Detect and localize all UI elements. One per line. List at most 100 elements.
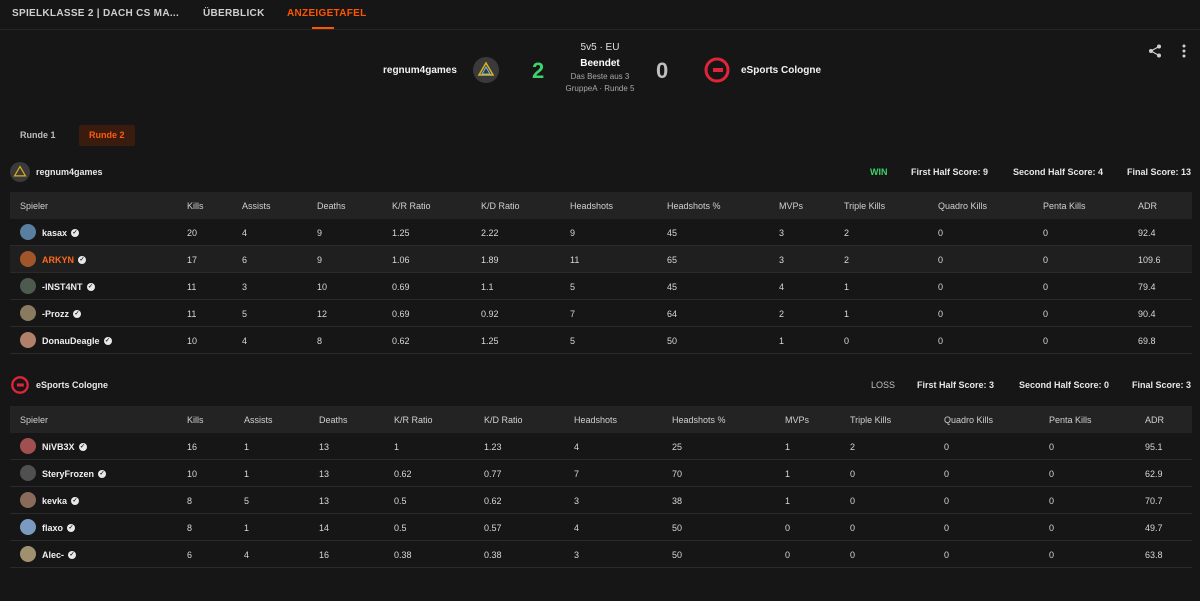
player-name[interactable]: ARKYN	[42, 255, 74, 265]
player-name[interactable]: kasax	[42, 228, 67, 238]
player-name[interactable]: DonauDeagle	[42, 336, 100, 346]
column-header[interactable]: Spieler	[20, 201, 48, 211]
table-row[interactable]: flaxo ✓ 8 1 14 0.5 0.57 4 50 0 0 0 0 49.7	[10, 514, 1192, 541]
avatar[interactable]	[20, 278, 36, 294]
column-header[interactable]: Headshots	[574, 415, 617, 425]
stat-cell: 1.1	[481, 282, 494, 292]
tab-overview[interactable]: ÜBERBLICK	[203, 8, 265, 19]
table-row[interactable]: kevka ✓ 8 5 13 0.5 0.62 3 38 1 0 0 0 70.7	[10, 487, 1192, 514]
column-header[interactable]: Deaths	[317, 201, 346, 211]
table-row[interactable]: -INST4NT ✓ 11 3 10 0.69 1.1 5 45 4 1 0 0 79.4	[10, 273, 1192, 300]
stat-cell: 17	[187, 255, 198, 265]
stat-cell: 2	[779, 309, 785, 319]
column-header[interactable]: Assists	[244, 415, 273, 425]
player-name-cell[interactable]: kevka ✓	[42, 496, 80, 506]
column-header[interactable]: Kills	[187, 201, 204, 211]
player-name-cell[interactable]: Alec- ✓	[42, 550, 77, 560]
player-name[interactable]: kevka	[42, 496, 67, 506]
column-header[interactable]: Spieler	[20, 415, 48, 425]
column-header[interactable]: Quadro Kills	[938, 201, 987, 211]
column-header[interactable]: K/R Ratio	[394, 415, 433, 425]
column-header[interactable]: Kills	[187, 415, 204, 425]
stat-cell: 10	[187, 336, 198, 346]
player-name[interactable]: Alec-	[42, 550, 64, 560]
stat-cell: 0	[1043, 255, 1049, 265]
table-row[interactable]: ARKYN ✓ 17 6 9 1.06 1.89 11 65 3 2 0 0 109.6	[10, 246, 1192, 273]
column-header[interactable]: MVPs	[785, 415, 809, 425]
column-header[interactable]: Assists	[242, 201, 271, 211]
table-row[interactable]: SteryFrozen ✓ 10 1 13 0.62 0.77 7 70 1 0 0 0 62.9	[10, 460, 1192, 487]
match-group-round: GruppeA · Runde 5	[565, 84, 635, 93]
stat-cell: 7	[574, 469, 580, 479]
player-name-cell[interactable]: -INST4NT ✓	[42, 282, 95, 292]
avatar[interactable]	[20, 251, 36, 267]
player-name-cell[interactable]: NiVB3X ✓	[42, 442, 87, 452]
column-header[interactable]: Headshots	[570, 201, 613, 211]
player-name[interactable]: SteryFrozen	[42, 469, 94, 479]
stat-cell: 0	[850, 523, 856, 533]
column-header[interactable]: Quadro Kills	[944, 415, 993, 425]
avatar[interactable]	[20, 465, 36, 481]
team1-logo[interactable]	[473, 57, 499, 83]
team2-name[interactable]: eSports Cologne	[741, 65, 821, 76]
column-header[interactable]: ADR	[1145, 415, 1164, 425]
stat-cell: 12	[317, 309, 328, 319]
column-header[interactable]: K/R Ratio	[392, 201, 431, 211]
avatar[interactable]	[20, 438, 36, 454]
column-header[interactable]: Headshots %	[672, 415, 726, 425]
column-header[interactable]: K/D Ratio	[484, 415, 523, 425]
stat-cell: 8	[187, 523, 193, 533]
team1-name[interactable]: regnum4games	[383, 65, 457, 76]
stat-cell: 1.25	[481, 336, 499, 346]
player-name-cell[interactable]: -Prozz ✓	[42, 309, 81, 319]
verified-icon: ✓	[78, 443, 87, 451]
stat-cell: 3	[779, 228, 785, 238]
player-name[interactable]: -Prozz	[42, 309, 69, 319]
player-name-cell[interactable]: DonauDeagle ✓	[42, 336, 112, 346]
tab-league[interactable]: SPIELKLASSE 2 | DACH CS MA...	[12, 8, 179, 19]
stat-cell: 1	[844, 282, 850, 292]
column-header[interactable]: Deaths	[319, 415, 348, 425]
column-header[interactable]: Headshots %	[667, 201, 721, 211]
column-header[interactable]: Triple Kills	[850, 415, 891, 425]
table-row[interactable]: DonauDeagle ✓ 10 4 8 0.62 1.25 5 50 1 0 0 0 69.8	[10, 327, 1192, 354]
stat-cell: 0	[944, 550, 950, 560]
column-header[interactable]: Triple Kills	[844, 201, 885, 211]
stat-cell: 90.4	[1138, 309, 1156, 319]
avatar[interactable]	[20, 546, 36, 562]
player-name-cell[interactable]: ARKYN ✓	[42, 255, 87, 265]
round-tab-2[interactable]: Runde 2	[79, 125, 135, 146]
stat-cell: 3	[574, 496, 580, 506]
avatar[interactable]	[20, 492, 36, 508]
player-name-cell[interactable]: SteryFrozen ✓	[42, 469, 107, 479]
stat-cell: 1.25	[392, 228, 410, 238]
avatar[interactable]	[20, 332, 36, 348]
team1-summary: regnum4games WIN First Half Score: 9 Sec…	[0, 160, 1200, 184]
player-name-cell[interactable]: kasax ✓	[42, 228, 80, 238]
player-name-cell[interactable]: flaxo ✓	[42, 523, 76, 533]
avatar[interactable]	[20, 224, 36, 240]
tab-scoreboard[interactable]: ANZEIGETAFEL	[287, 8, 367, 19]
column-header[interactable]: Penta Kills	[1049, 415, 1092, 425]
stat-cell: 2	[850, 442, 856, 452]
team2-logo[interactable]	[704, 57, 730, 83]
player-name[interactable]: -INST4NT	[42, 282, 83, 292]
stat-cell: 8	[317, 336, 323, 346]
column-header[interactable]: MVPs	[779, 201, 803, 211]
avatar[interactable]	[20, 519, 36, 535]
share-icon[interactable]	[1148, 44, 1162, 58]
stat-cell: 1	[244, 469, 250, 479]
round-tab-1[interactable]: Runde 1	[10, 125, 66, 146]
column-header[interactable]: K/D Ratio	[481, 201, 520, 211]
player-name[interactable]: flaxo	[42, 523, 63, 533]
table-row[interactable]: kasax ✓ 20 4 9 1.25 2.22 9 45 3 2 0 0 92.4	[10, 219, 1192, 246]
avatar[interactable]	[20, 305, 36, 321]
column-header[interactable]: Penta Kills	[1043, 201, 1086, 211]
table-row[interactable]: NiVB3X ✓ 16 1 13 1 1.23 4 25 1 2 0 0 95.1	[10, 433, 1192, 460]
table-row[interactable]: -Prozz ✓ 11 5 12 0.69 0.92 7 64 2 1 0 0 90.4	[10, 300, 1192, 327]
team2-stats-table: Spieler Kills Assists Deaths K/R Ratio K/D Ra…	[10, 406, 1192, 568]
column-header[interactable]: ADR	[1138, 201, 1157, 211]
table-row[interactable]: Alec- ✓ 6 4 16 0.38 0.38 3 50 0 0 0 0 63.8	[10, 541, 1192, 568]
player-name[interactable]: NiVB3X	[42, 442, 75, 452]
more-vertical-icon[interactable]	[1180, 43, 1188, 59]
